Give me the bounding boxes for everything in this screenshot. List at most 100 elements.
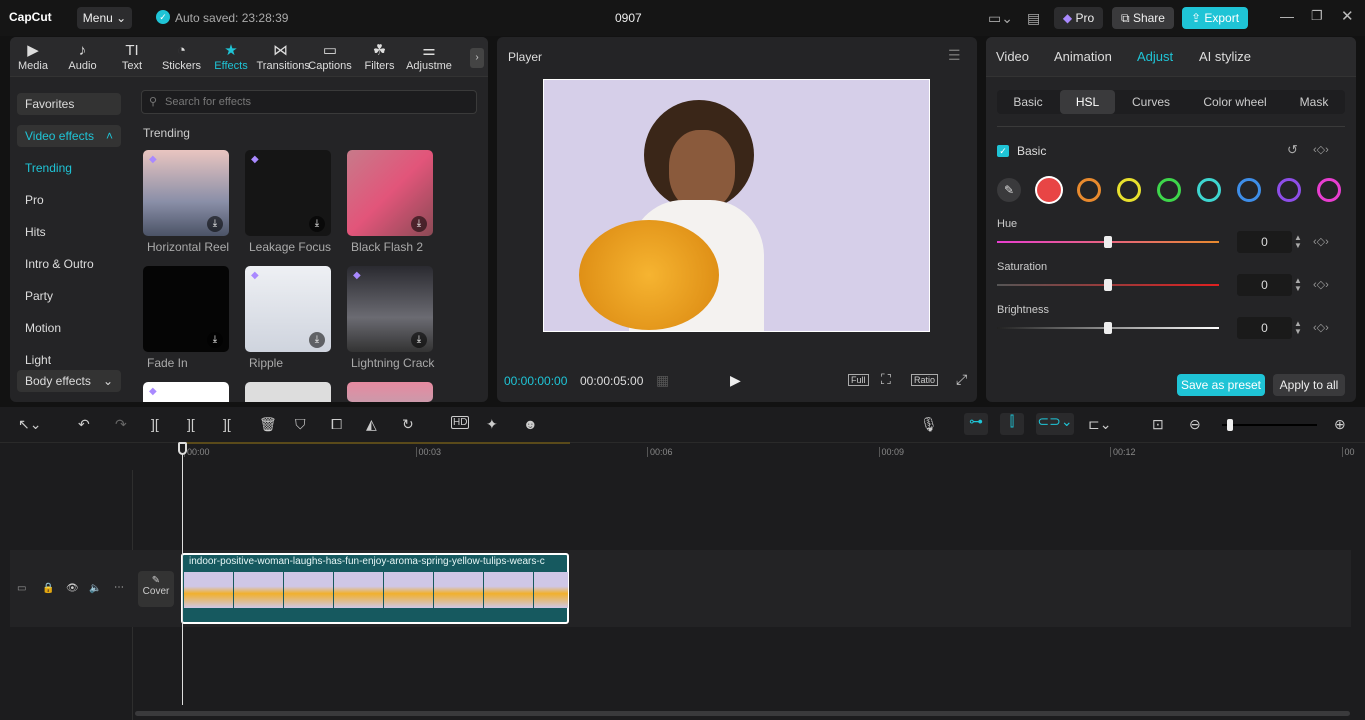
effect-thumbnail[interactable]: ◆ ⤓ — [245, 150, 331, 236]
tab-adjustme[interactable]: ⚌ Adjustme — [405, 42, 453, 72]
hamburger-icon[interactable]: ☰ — [948, 47, 961, 64]
color-swatch[interactable] — [1237, 178, 1261, 202]
tab-ai-stylize[interactable]: AI stylize — [1199, 49, 1251, 64]
brightness-value[interactable]: 0 — [1237, 317, 1292, 339]
zoom-out-icon[interactable]: ⊖ — [1189, 416, 1201, 433]
tab-transitions[interactable]: ⋈ Transitions — [257, 42, 310, 72]
more-icon[interactable]: ⋯ — [114, 582, 124, 593]
slider-handle[interactable] — [1104, 279, 1112, 291]
zoom-slider[interactable] — [1222, 424, 1317, 426]
menu-button[interactable]: Menu ⌄ — [77, 7, 132, 29]
slider-handle[interactable] — [1104, 236, 1112, 248]
download-icon[interactable]: ⤓ — [411, 332, 427, 348]
effect-thumbnail[interactable]: ⤓ — [143, 266, 229, 352]
main-track-magnet-icon[interactable]: ⊶ — [964, 413, 988, 435]
rotate-icon[interactable]: ↻ — [402, 416, 414, 433]
color-swatch[interactable] — [1037, 178, 1061, 202]
sidebar-item-intro-outro[interactable]: Intro & Outro — [17, 253, 121, 275]
subtab-color-wheel[interactable]: Color wheel — [1190, 90, 1280, 114]
preview-axis-icon[interactable]: ⊏⌄ — [1088, 416, 1111, 433]
marker-icon[interactable]: ⛉ — [295, 416, 306, 433]
restore-icon[interactable]: ❐ — [1311, 8, 1323, 24]
keyframe-icon[interactable]: ‹◇› — [1313, 143, 1329, 156]
effect-thumbnail[interactable]: ◆ ⤓ — [245, 266, 331, 352]
subtab-basic[interactable]: Basic — [1000, 90, 1056, 114]
stepper-icon[interactable]: ▲ ▼ — [1294, 234, 1302, 250]
minimize-icon[interactable]: — — [1280, 8, 1294, 24]
tab-text[interactable]: TI Text — [108, 42, 156, 72]
tab-animation[interactable]: Animation — [1054, 49, 1112, 64]
subtab-curves[interactable]: Curves — [1120, 90, 1182, 114]
stepper-icon[interactable]: ▲ ▼ — [1294, 277, 1302, 293]
effect-thumbnail[interactable]: ⤓ — [347, 150, 433, 236]
split-icon[interactable]: ][ — [151, 416, 159, 432]
sidebar-item-light[interactable]: Light — [17, 349, 121, 371]
close-icon[interactable]: ✕ — [1341, 7, 1354, 25]
effect-thumbnail[interactable] — [245, 382, 331, 402]
layout-icon[interactable]: ▭⌄ — [988, 10, 1013, 27]
effect-thumbnail[interactable]: ◆ ⤓ — [143, 150, 229, 236]
tab-video[interactable]: Video — [996, 49, 1029, 64]
share-button[interactable]: ⧉ Share — [1112, 7, 1174, 29]
sidebar-item-pro[interactable]: Pro — [17, 189, 121, 211]
zoom-in-icon[interactable]: ⊕ — [1334, 416, 1346, 433]
effect-thumbnail[interactable] — [347, 382, 433, 402]
full-button[interactable]: Full — [848, 374, 869, 386]
auto-snap-icon[interactable]: ⫿ — [1000, 413, 1024, 435]
portrait-icon[interactable]: ☻ — [523, 416, 538, 432]
subtab-mask[interactable]: Mask — [1290, 90, 1338, 114]
ratio-button[interactable]: Ratio — [911, 374, 939, 386]
tab-effects[interactable]: ★ Effects — [207, 42, 255, 72]
zoom-slider-handle[interactable] — [1226, 419, 1233, 431]
download-icon[interactable]: ⤓ — [309, 216, 325, 232]
sidebar-item-party[interactable]: Party — [17, 285, 121, 307]
sidebar-favorites[interactable]: Favorites — [17, 93, 121, 115]
download-icon[interactable]: ⤓ — [207, 332, 223, 348]
sidebar-item-motion[interactable]: Motion — [17, 317, 121, 339]
microphone-icon[interactable]: 🎙 — [920, 416, 938, 433]
link-icon[interactable]: ⊂⊃⌄ — [1036, 413, 1074, 435]
hd-icon[interactable]: HD — [451, 416, 470, 429]
download-icon[interactable]: ⤓ — [207, 216, 223, 232]
download-icon[interactable]: ⤓ — [411, 216, 427, 232]
effect-thumbnail[interactable]: ◆ — [143, 382, 229, 402]
color-swatch[interactable] — [1197, 178, 1221, 202]
search-input[interactable]: ⚲ Search for effects — [141, 90, 477, 114]
horizontal-scrollbar[interactable] — [135, 711, 1350, 716]
lock-icon[interactable]: 🔒 — [42, 583, 54, 594]
color-swatch[interactable] — [1277, 178, 1301, 202]
saturation-value[interactable]: 0 — [1237, 274, 1292, 296]
export-button[interactable]: ⇪ Export — [1182, 7, 1248, 29]
apply-to-all-button[interactable]: Apply to all — [1273, 374, 1345, 396]
mirror-icon[interactable]: ◭ — [366, 416, 377, 433]
split-right-icon[interactable]: ][ — [223, 416, 231, 432]
play-button[interactable]: ▶ — [730, 372, 741, 389]
keyframe-icon[interactable]: ‹◇› — [1313, 278, 1329, 291]
split-left-icon[interactable]: ][ — [187, 416, 195, 432]
eye-icon[interactable]: 👁 — [66, 583, 79, 594]
color-swatch[interactable] — [1157, 178, 1181, 202]
shortcuts-icon[interactable]: ▤ — [1027, 10, 1040, 27]
fullscreen-icon[interactable]: ⤢ — [956, 371, 967, 388]
eyedropper-icon[interactable]: ✎ — [997, 178, 1021, 202]
tab-captions[interactable]: ▭ Captions — [306, 42, 354, 72]
stepper-icon[interactable]: ▲ ▼ — [1294, 320, 1302, 336]
keyframe-icon[interactable]: ‹◇› — [1313, 235, 1329, 248]
subtab-hsl[interactable]: HSL — [1060, 90, 1115, 114]
pro-button[interactable]: ◆ Pro — [1054, 7, 1103, 29]
timeline-grid-icon[interactable]: ▦ — [656, 372, 669, 389]
color-swatch[interactable] — [1117, 178, 1141, 202]
color-swatch[interactable] — [1317, 178, 1341, 202]
playhead-handle[interactable] — [178, 442, 187, 455]
sidebar-item-hits[interactable]: Hits — [17, 221, 121, 243]
slider-handle[interactable] — [1104, 322, 1112, 334]
tab-audio[interactable]: ♪ Audio — [59, 42, 107, 72]
crop-icon[interactable]: ⧠ — [331, 416, 342, 433]
redo-icon[interactable]: ↷ — [115, 416, 127, 433]
tabs-scroll-right-icon[interactable]: › — [470, 48, 484, 68]
download-icon[interactable]: ⤓ — [309, 332, 325, 348]
undo-icon[interactable]: ↶ — [78, 416, 90, 433]
delete-icon[interactable]: 🗑 — [259, 416, 277, 433]
basic-checkbox[interactable]: ✓ — [997, 145, 1009, 157]
zoom-fit-icon[interactable]: ⛶ — [881, 371, 891, 388]
